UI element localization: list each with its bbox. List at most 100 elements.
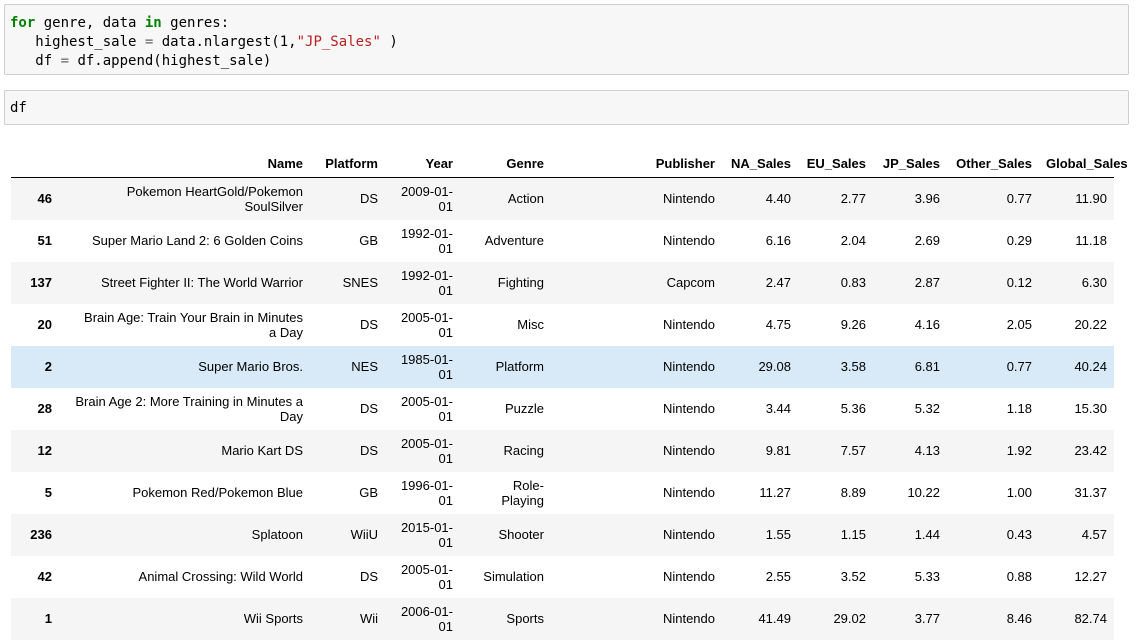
cell-name: Wii Sports [243, 611, 303, 626]
table-row[interactable]: 5 Pokemon Red/Pokemon Blue GB 1996-01- 01 Rol… [11, 472, 1114, 514]
table-row[interactable]: 42 Animal Crossing: Wild World DS 2005-01- 0… [11, 556, 1114, 598]
cell-year: 2006-01- 01 [400, 603, 453, 634]
cell-eu-sales: 3.58 [840, 359, 866, 374]
table-row[interactable]: 2 Super Mario Bros. NES 1985-01- 01 Platform N… [11, 345, 1114, 388]
cell-jp-sales: 6.81 [914, 359, 940, 374]
cell-publisher: Nintendo [662, 443, 715, 458]
row-index: 46 [37, 191, 52, 207]
cell-genre: Racing [503, 443, 544, 458]
cell-global-sales: 11.90 [1075, 191, 1107, 207]
cell-genre: Shooter [498, 527, 544, 542]
code-cell-genre-loop[interactable]: for genre, data in genres: highest_sale … [4, 4, 1129, 75]
cell-other-sales: 0.29 [1006, 233, 1032, 248]
cell-global-sales: 40.24 [1074, 359, 1107, 374]
row-index: 42 [37, 569, 52, 584]
cell-na-sales: 2.47 [765, 275, 791, 290]
cell-other-sales: 0.88 [1006, 569, 1032, 584]
cell-platform: GB [359, 233, 378, 248]
column-header-publisher: Publisher [551, 142, 722, 178]
cell-jp-sales: 1.44 [914, 527, 940, 542]
cell-year: 2015-01- 01 [400, 519, 453, 550]
cell-jp-sales: 2.87 [914, 275, 940, 290]
column-header-index [11, 142, 59, 178]
column-header-jp-sales: JP_Sales [873, 142, 947, 178]
cell-platform: DS [359, 401, 378, 416]
dataframe-table: Name Platform Year Genre Publisher NA_Sales EU… [11, 142, 1128, 640]
cell-global-sales: 31.37 [1074, 485, 1107, 500]
cell-na-sales: 29.08 [758, 359, 791, 374]
cell-year: 1985-01- 01 [400, 351, 453, 382]
cell-jp-sales: 10.22 [907, 485, 940, 500]
cell-eu-sales: 7.57 [840, 443, 866, 458]
cell-other-sales: 8.46 [1006, 611, 1032, 626]
cell-publisher: Capcom [666, 275, 715, 290]
cell-year: 2005-01- 01 [400, 393, 453, 424]
cell-publisher: Nintendo [662, 485, 715, 500]
cell-publisher: Nintendo [662, 359, 715, 374]
cell-year: 1996-01- 01 [400, 477, 453, 508]
cell-platform: SNES [342, 275, 378, 290]
cell-publisher: Nintendo [662, 191, 715, 207]
cell-name: Pokemon Red/Pokemon Blue [132, 485, 303, 500]
column-header-na-sales: NA_Sales [722, 142, 798, 178]
column-header-year: Year [385, 142, 460, 178]
table-row[interactable]: 28 Brain Age 2: More Training in Minutes … [11, 388, 1114, 430]
cell-name: Super Mario Land 2: 6 Golden Coins [91, 233, 303, 248]
cell-jp-sales: 2.69 [914, 233, 940, 248]
column-header-genre: Genre [460, 142, 551, 178]
cell-other-sales: 1.18 [1006, 401, 1032, 416]
cell-jp-sales: 4.13 [914, 443, 940, 458]
table-row[interactable]: 20 Brain Age: Train Your Brain in Minutes… [11, 304, 1114, 346]
cell-platform: Wii [359, 611, 378, 626]
table-row[interactable]: 1 Wii Sports Wii 2006-01- 01 Sports Nintendo 41… [11, 597, 1114, 640]
row-index: 137 [30, 275, 52, 290]
table-row[interactable]: 51 Super Mario Land 2: 6 Golden Coins GB 19… [11, 220, 1114, 262]
cell-publisher: Nintendo [662, 569, 715, 584]
table-row[interactable]: 12 Mario Kart DS DS 2005-01- 01 Racing Nintend… [11, 429, 1114, 472]
cell-platform: DS [359, 443, 378, 458]
column-header-name: Name [59, 142, 310, 178]
cell-genre: Sports [506, 611, 544, 626]
row-index: 2 [44, 359, 52, 374]
cell-other-sales: 1.92 [1006, 443, 1032, 458]
cell-other-sales: 0.77 [1006, 359, 1032, 374]
cell-na-sales: 11.27 [759, 485, 791, 500]
cell-eu-sales: 2.77 [840, 191, 866, 207]
cell-na-sales: 2.55 [765, 569, 791, 584]
code-line-1: for genre, data in genres: [10, 15, 230, 31]
cell-publisher: Nintendo [662, 233, 715, 248]
cell-name: Street Fighter II: The World Warrior [100, 275, 303, 290]
cell-name: Animal Crossing: Wild World [138, 569, 303, 584]
cell-platform: WiiU [350, 527, 378, 542]
code-cell-df[interactable]: df [4, 90, 1129, 125]
cell-eu-sales: 0.83 [840, 275, 866, 290]
row-index: 51 [37, 233, 52, 248]
cell-eu-sales: 9.26 [840, 317, 866, 332]
cell-platform: NES [351, 359, 378, 374]
code-line-df: df [10, 100, 27, 116]
cell-name: Super Mario Bros. [198, 359, 303, 374]
cell-jp-sales: 3.77 [914, 611, 940, 626]
cell-other-sales: 1.00 [1006, 485, 1032, 500]
cell-name: Brain Age 2: More Training in Minutes aD… [75, 393, 303, 424]
cell-genre: Misc [517, 317, 544, 332]
cell-eu-sales: 1.15 [840, 527, 866, 542]
cell-na-sales: 6.16 [765, 233, 791, 248]
cell-other-sales: 0.77 [1006, 191, 1032, 207]
cell-genre: Adventure [484, 233, 544, 248]
row-index: 236 [30, 527, 52, 542]
cell-eu-sales: 29.02 [833, 611, 866, 626]
cell-publisher: Nintendo [662, 527, 715, 542]
table-row[interactable]: 137 Street Fighter II: The World Warrior S… [11, 261, 1114, 304]
cell-genre: Action [507, 191, 544, 207]
cell-name: Splatoon [251, 527, 303, 542]
cell-other-sales: 0.12 [1006, 275, 1032, 290]
cell-name: Brain Age: Train Your Brain in Minutes a … [84, 309, 303, 340]
table-row[interactable]: 236 Splatoon WiiU 2015-01- 01 Shooter Nintendo… [11, 513, 1114, 556]
cell-genre: Fighting [497, 275, 544, 290]
table-row[interactable]: 46 Pokemon HeartGold/Pokemon SoulSilver DS 2… [11, 177, 1114, 220]
cell-na-sales: 1.55 [765, 527, 791, 542]
cell-na-sales: 4.75 [765, 317, 791, 332]
cell-year: 2005-01- 01 [400, 561, 453, 592]
cell-publisher: Nintendo [662, 317, 715, 332]
